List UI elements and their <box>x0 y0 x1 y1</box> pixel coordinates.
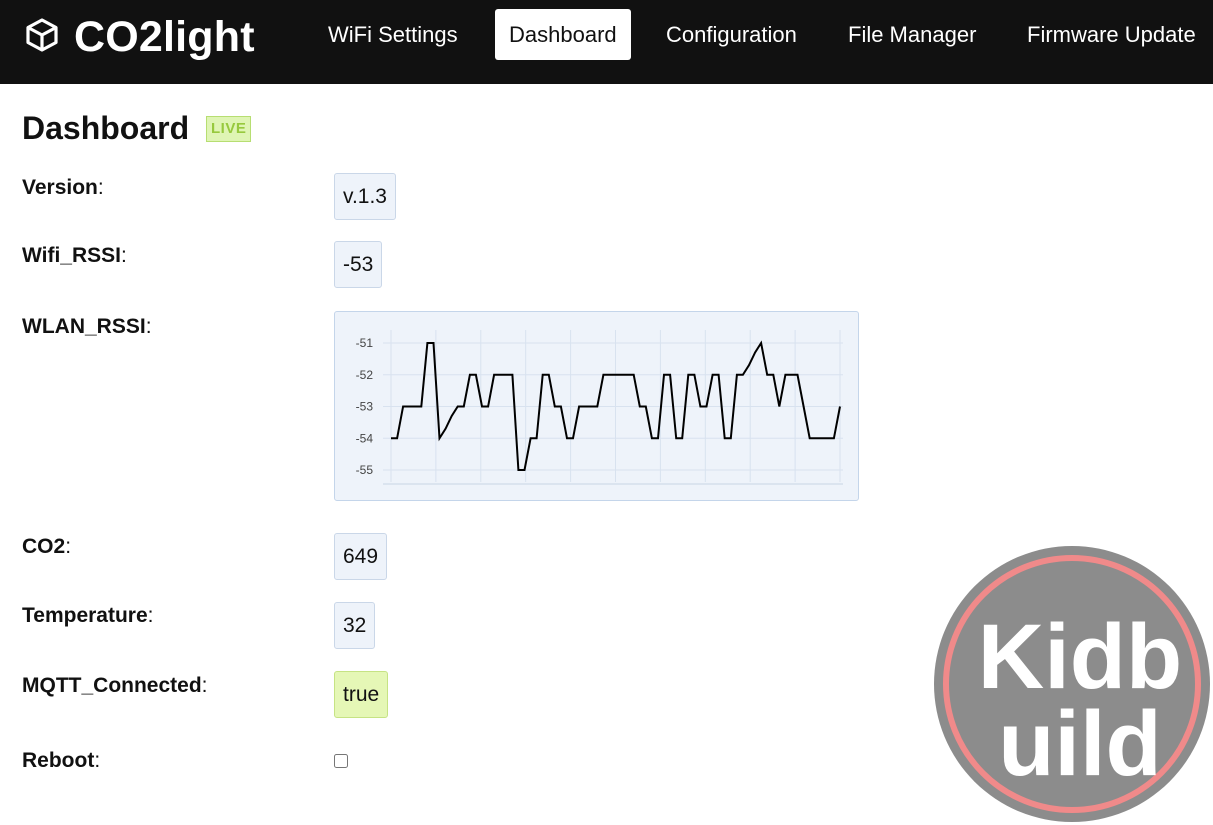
label-colon: : <box>201 674 208 697</box>
chart-y-tick-label: -53 <box>356 400 374 414</box>
chart-y-tick-label: -52 <box>356 368 374 382</box>
chart-y-tick-label: -55 <box>356 463 374 477</box>
chart-y-tick-label: -51 <box>356 336 374 350</box>
brand[interactable]: CO2light <box>24 14 255 60</box>
label-colon: : <box>121 244 127 267</box>
co2-label: CO2: <box>22 534 71 560</box>
rssi-line-chart: -51 -52 -53 -54 -55 <box>356 330 843 485</box>
reboot-label: Reboot: <box>22 748 100 774</box>
label-colon: : <box>65 535 72 558</box>
temperature-value: 32 <box>334 602 376 649</box>
label-colon: : <box>97 176 104 199</box>
wlan-rssi-chart: -51 -52 -53 -54 -55 <box>334 311 859 501</box>
nav-configuration[interactable]: Configuration <box>652 9 811 60</box>
kidbuild-watermark-logo: Kidb uild <box>934 546 1210 822</box>
wifi-rssi-label-text: Wifi_RSSI <box>22 244 121 267</box>
live-badge: LIVE <box>206 116 252 142</box>
version-label: Version: <box>22 175 104 201</box>
nav-file-manager[interactable]: File Manager <box>834 9 990 60</box>
reboot-label-text: Reboot <box>22 749 95 772</box>
mqtt-connected-label: MQTT_Connected: <box>22 673 208 699</box>
cube-icon <box>24 17 60 58</box>
temperature-label: Temperature: <box>22 603 154 629</box>
wifi-rssi-label: Wifi_RSSI: <box>22 243 127 269</box>
co2-label-text: CO2 <box>22 535 66 558</box>
version-label-text: Version <box>22 176 98 199</box>
mqtt-connected-label-text: MQTT_Connected <box>22 674 202 697</box>
wlan-rssi-label-text: WLAN_RSSI <box>22 315 146 338</box>
wifi-rssi-value: -53 <box>334 241 383 288</box>
temperature-label-text: Temperature <box>22 604 148 627</box>
top-navbar: CO2light WiFi Settings Dashboard Configu… <box>0 0 1213 84</box>
label-colon: : <box>94 749 101 772</box>
co2-value: 649 <box>334 533 388 580</box>
label-colon: : <box>147 604 154 627</box>
nav-firmware-update[interactable]: Firmware Update <box>1013 9 1210 60</box>
app-title: CO2light <box>74 13 255 61</box>
wlan-rssi-label: WLAN_RSSI: <box>22 314 152 340</box>
version-value: v.1.3 <box>334 173 396 220</box>
page-title: Dashboard <box>22 110 190 146</box>
watermark-text-bottom: uild <box>998 693 1162 795</box>
reboot-checkbox[interactable] <box>334 754 348 768</box>
nav-dashboard[interactable]: Dashboard <box>495 9 631 60</box>
chart-y-tick-label: -54 <box>356 431 374 445</box>
nav-wifi-settings[interactable]: WiFi Settings <box>314 9 472 60</box>
mqtt-connected-value: true <box>334 671 389 718</box>
label-colon: : <box>145 315 152 338</box>
